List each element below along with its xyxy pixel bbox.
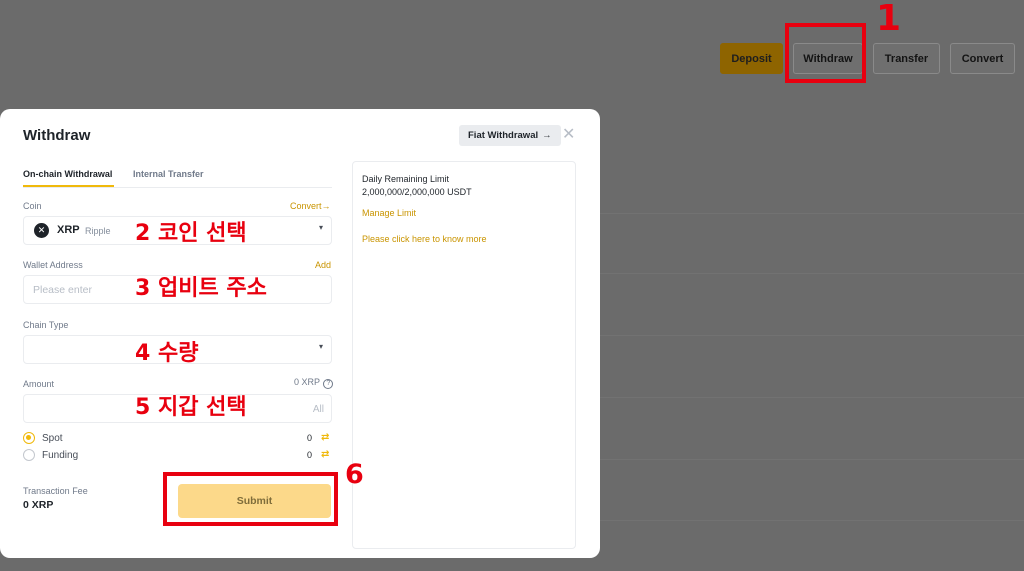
deposit-button[interactable]: Deposit: [720, 43, 783, 74]
funding-wallet-radio[interactable]: [23, 449, 35, 461]
daily-limit-value: 2,000,000/2,000,000 USDT: [362, 187, 472, 197]
amount-balance: 0 XRP ?: [294, 377, 334, 389]
coin-name: Ripple: [85, 226, 111, 236]
wallet-address-placeholder: Please enter: [33, 284, 92, 296]
coin-label: Coin: [23, 201, 42, 211]
background-divider: [600, 213, 1024, 214]
annotation-step-4: 4 수량: [135, 341, 199, 366]
annotation-box-withdraw: [785, 23, 866, 83]
transfer-swap-icon[interactable]: ⇄: [321, 449, 329, 460]
funding-wallet-balance: 0: [307, 450, 313, 460]
amount-label: Amount: [23, 379, 55, 389]
spot-wallet-label: Spot: [42, 433, 63, 444]
chevron-down-icon: ▾: [318, 342, 323, 351]
withdraw-tabs: On-chain Withdrawal Internal Transfer: [23, 166, 332, 188]
background-divider: [600, 397, 1024, 398]
background-divider: [600, 459, 1024, 460]
manage-limit-link[interactable]: Manage Limit: [362, 208, 416, 218]
annotation-step-6: 6: [345, 459, 364, 490]
transfer-swap-icon[interactable]: ⇄: [321, 432, 329, 443]
top-action-bar: Deposit Withdraw Transfer Convert: [720, 43, 1015, 74]
annotation-step-2: 2 코인 선택: [135, 221, 247, 246]
know-more-link[interactable]: Please click here to know more: [362, 234, 487, 244]
background-divider: [600, 335, 1024, 336]
coin-symbol: XRP: [57, 224, 80, 236]
close-icon[interactable]: ✕: [562, 125, 575, 145]
transfer-button[interactable]: Transfer: [873, 43, 940, 74]
chevron-down-icon: ▾: [318, 223, 323, 232]
amount-all-button[interactable]: All: [313, 404, 324, 415]
transaction-fee-value: 0 XRP: [23, 499, 54, 511]
convert-button[interactable]: Convert: [950, 43, 1015, 74]
xrp-logo-icon: ✕: [34, 223, 49, 238]
convert-link-label: Convert: [290, 201, 322, 211]
spot-wallet-radio[interactable]: [23, 432, 35, 444]
transaction-fee-label: Transaction Fee: [23, 486, 88, 496]
annotation-box-submit: [163, 472, 338, 526]
daily-limit-label: Daily Remaining Limit: [362, 174, 450, 184]
fiat-withdrawal-label: Fiat Withdrawal: [468, 130, 539, 141]
background-divider: [600, 520, 1024, 521]
tab-onchain-withdrawal[interactable]: On-chain Withdrawal: [23, 169, 112, 179]
active-tab-indicator: [23, 185, 114, 187]
modal-title: Withdraw: [23, 127, 91, 144]
arrow-right-icon: →: [321, 201, 331, 211]
convert-link[interactable]: Convert→: [290, 201, 331, 211]
help-icon[interactable]: ?: [323, 379, 334, 389]
annotation-step-3: 3 업비트 주소: [135, 276, 267, 301]
annotation-step-5: 5 지갑 선택: [135, 395, 247, 420]
wallet-address-label: Wallet Address: [23, 260, 83, 270]
withdraw-limit-panel: Daily Remaining Limit 2,000,000/2,000,00…: [352, 161, 576, 549]
chain-type-label: Chain Type: [23, 320, 69, 330]
spot-wallet-balance: 0: [307, 433, 313, 443]
add-address-link[interactable]: Add: [315, 260, 331, 270]
funding-wallet-label: Funding: [42, 450, 79, 461]
annotation-step-1: 1: [876, 0, 902, 39]
background-divider: [600, 273, 1024, 274]
tab-internal-transfer[interactable]: Internal Transfer: [133, 169, 204, 179]
arrow-right-icon: →: [542, 130, 552, 141]
fiat-withdrawal-button[interactable]: Fiat Withdrawal →: [459, 125, 561, 146]
amount-balance-value: 0 XRP: [294, 377, 320, 387]
